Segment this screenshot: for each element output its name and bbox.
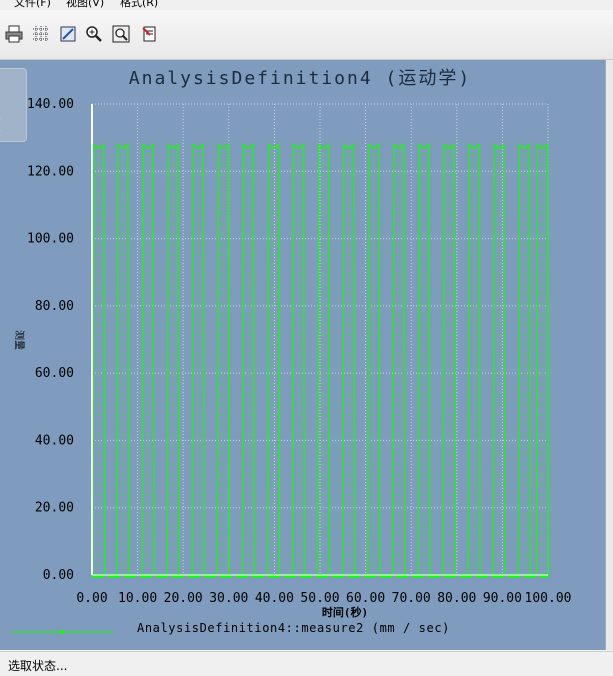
series-pulse: [341, 142, 356, 576]
y-tick-label: 80.00: [35, 299, 74, 314]
series-pulse: [492, 142, 506, 576]
plot-window: 0.00 20.00 40.00 60.00 80.00 100.00 120.00 140.…: [0, 60, 606, 650]
x-tick-label: 50.00: [300, 591, 339, 606]
series-pulse: [417, 142, 431, 576]
y-tick-label: 20.00: [35, 501, 74, 516]
series-pulse: [442, 142, 456, 576]
y-tick-label: 60.00: [35, 366, 74, 381]
x-tick-label: 40.00: [255, 591, 294, 606]
x-tick-label: 20.00: [164, 591, 203, 606]
series-pulse: [191, 142, 205, 576]
zoom-in-button[interactable]: [84, 24, 104, 44]
side-panel-line2: /s: [0, 125, 1, 135]
x-axis-label: 时间(秒): [322, 605, 368, 619]
right-edge: [606, 60, 613, 650]
y-tick-label: 0.00: [43, 568, 74, 583]
series-pulse: [116, 142, 130, 576]
series-pulse: [367, 142, 381, 576]
legend-label: AnalysisDefinition4::measure2 (mm / sec): [137, 621, 450, 635]
x-tick-label: 70.00: [392, 591, 431, 606]
chart-title: AnalysisDefinition4 (运动学): [129, 68, 471, 89]
x-tick-label: 10.00: [118, 591, 157, 606]
menu-bar: 文件(F) 视图(V) 格式(R): [0, 0, 613, 10]
zoom-fit-icon: [112, 25, 130, 43]
series-pulse: [92, 142, 106, 576]
chart: 0.00 20.00 40.00 60.00 80.00 100.00 120.00 140.…: [0, 60, 605, 650]
x-tick-label: 60.00: [346, 591, 385, 606]
y-tick-label: 40.00: [35, 433, 74, 448]
series-pulse: [467, 142, 481, 576]
series-pulse: [166, 142, 180, 576]
edit-graph-button[interactable]: [58, 24, 78, 44]
side-panel-line1: /s: [0, 113, 1, 123]
series-pulse: [241, 142, 256, 576]
menu-format[interactable]: 格式(R): [120, 0, 158, 10]
series-pulse: [216, 142, 231, 576]
menu-file[interactable]: 文件(F): [14, 0, 51, 10]
y-tick-label: 120.00: [27, 164, 74, 179]
export-button[interactable]: [140, 24, 160, 44]
series-pulse: [517, 142, 532, 576]
side-panel: /s /s: [0, 68, 27, 142]
menu-view[interactable]: 视图(V): [66, 0, 104, 10]
x-tick-label: 30.00: [209, 591, 248, 606]
export-icon: [142, 26, 156, 42]
status-text: 选取状态...: [8, 659, 68, 673]
series-pulse: [266, 142, 281, 576]
zoom-in-icon: [86, 26, 102, 42]
toolbar: [0, 10, 613, 60]
zoom-fit-button[interactable]: [111, 24, 131, 44]
y-axis-label: 测量: [13, 330, 26, 350]
series-pulse: [291, 142, 306, 576]
grid-icon: [33, 26, 49, 42]
print-icon: [5, 25, 23, 43]
edit-graph-icon: [60, 26, 76, 42]
series-pulse: [535, 142, 550, 576]
x-tick-label: 80.00: [437, 591, 476, 606]
legend-marker: [60, 630, 64, 634]
print-button[interactable]: [4, 24, 24, 44]
x-tick-label: 0.00: [76, 591, 107, 606]
x-tick-label: 100.00: [525, 591, 572, 606]
grid-button[interactable]: [31, 24, 51, 44]
status-bar: 选取状态...: [0, 651, 613, 676]
x-tick-label: 90.00: [483, 591, 522, 606]
series-pulse: [392, 142, 406, 576]
series-pulse: [316, 142, 331, 576]
y-tick-label: 140.00: [27, 97, 74, 112]
y-tick-label: 100.00: [27, 232, 74, 247]
series-pulse: [141, 142, 155, 576]
